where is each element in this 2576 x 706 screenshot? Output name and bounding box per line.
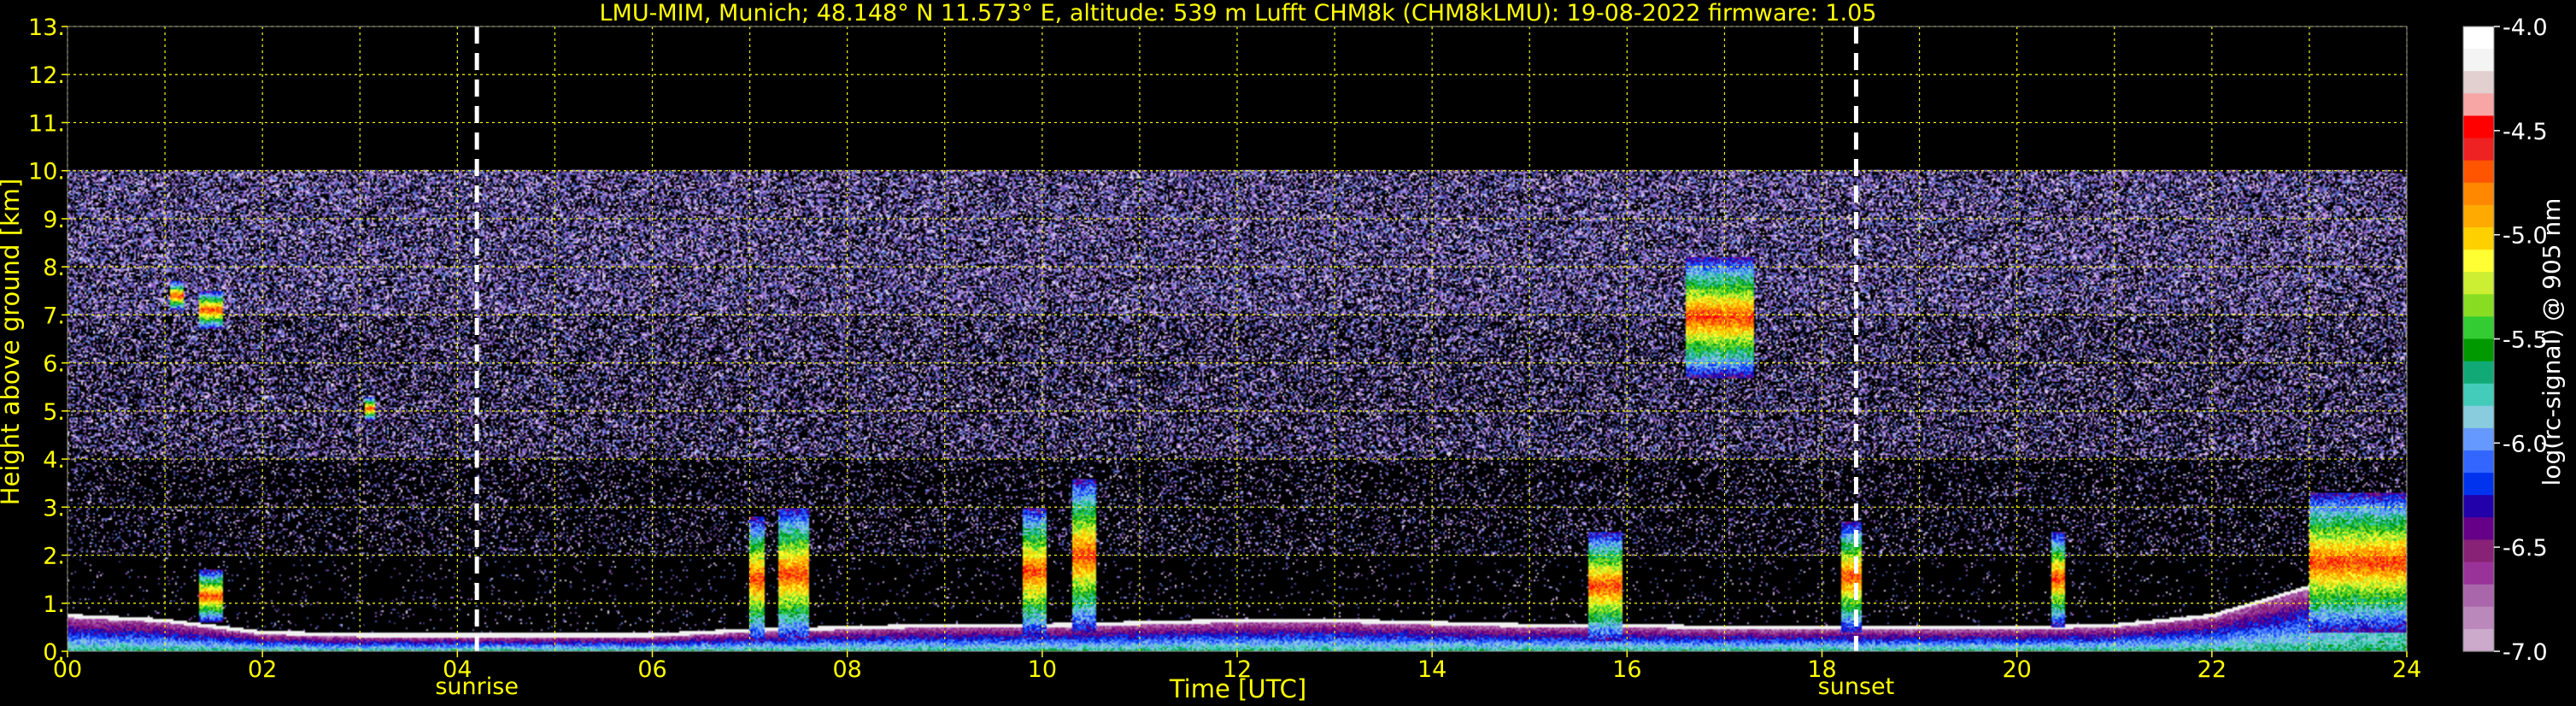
colorbar-swatch [2463, 160, 2494, 184]
y-tick-label: 5. [43, 399, 65, 426]
colorbar-tick-label: -4.5 [2503, 119, 2548, 145]
y-tick-label: 4. [43, 447, 65, 474]
y-tick-label: 2. [43, 544, 65, 570]
colorbar-swatch [2463, 250, 2494, 273]
x-tick-label: 06 [637, 656, 666, 683]
colorbar-swatch [2463, 71, 2494, 94]
sunset-label: sunset [1818, 674, 1895, 700]
colorbar-swatch [2463, 204, 2494, 228]
colorbar-swatch [2463, 473, 2494, 496]
colorbar-swatch [2463, 316, 2494, 340]
x-tick-label: 22 [2198, 656, 2227, 683]
y-tick-label: 13. [28, 15, 65, 41]
colorbar-tick-label: -4.0 [2503, 15, 2548, 41]
x-tick-label: 02 [248, 656, 277, 683]
y-tick-label: 1. [43, 591, 65, 618]
colorbar-swatch [2463, 93, 2494, 117]
colorbar-swatch [2463, 427, 2494, 451]
y-tick-label: 11. [28, 110, 65, 137]
ceilometer-chart: LMU-MIM, Munich; 48.148° N 11.573° E, al… [0, 0, 2576, 706]
colorbar-swatch [2463, 272, 2494, 295]
colorbar-swatch [2463, 562, 2494, 585]
y-tick-label: 12. [28, 62, 65, 89]
colorbar-swatch [2463, 294, 2494, 317]
colorbar-swatch [2463, 450, 2494, 474]
y-tick-label: 9. [43, 207, 65, 233]
y-tick-label: 6. [43, 351, 65, 378]
plot-area [67, 26, 2408, 652]
colorbar-swatch [2463, 26, 2494, 50]
x-axis-label: Time [UTC] [1169, 674, 1306, 703]
colorbar-swatch [2463, 628, 2494, 652]
colorbar-swatch [2463, 227, 2494, 250]
y-tick-label: 7. [43, 303, 65, 329]
colorbar-swatch [2463, 338, 2494, 362]
colorbar-swatch [2463, 49, 2494, 72]
colorbar-swatch [2463, 495, 2494, 518]
chart-title: LMU-MIM, Munich; 48.148° N 11.573° E, al… [600, 0, 1877, 26]
x-tick-label: 24 [2392, 656, 2421, 683]
y-tick-label: 8. [43, 255, 65, 281]
colorbar-swatch [2463, 115, 2494, 139]
x-tick-label: 08 [832, 656, 861, 683]
y-tick-label: 0. [43, 639, 65, 666]
y-tick-label: 3. [43, 495, 65, 521]
colorbar-swatch [2463, 383, 2494, 407]
colorbar-swatch [2463, 405, 2494, 429]
colorbar-swatch [2463, 517, 2494, 541]
x-tick-label: 16 [1612, 656, 1641, 683]
y-tick-label: 10. [28, 159, 65, 185]
y-axis-label: Height above ground [km] [0, 179, 25, 506]
colorbar-swatch [2463, 361, 2494, 385]
x-tick-label: 20 [2002, 656, 2031, 683]
colorbar-label: log(rc-signal) @ 905 nm [2538, 198, 2566, 486]
sunrise-label: sunrise [435, 674, 519, 700]
colorbar-swatch [2463, 182, 2494, 206]
colorbar-swatch [2463, 539, 2494, 563]
x-tick-label: 10 [1028, 656, 1057, 683]
colorbar-swatch [2463, 138, 2494, 162]
colorbar-tick-label: -7.0 [2503, 639, 2548, 666]
colorbar-tick-label: -6.5 [2503, 535, 2548, 562]
colorbar-swatch [2463, 584, 2494, 608]
x-tick-label: 14 [1417, 656, 1446, 683]
colorbar-swatch [2463, 606, 2494, 630]
